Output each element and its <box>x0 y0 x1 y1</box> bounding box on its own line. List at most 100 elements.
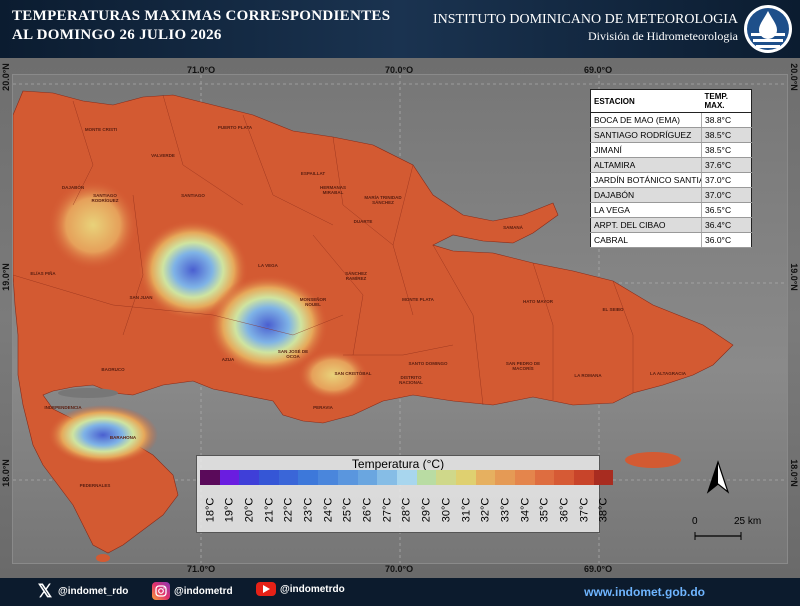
legend-swatches <box>200 470 614 485</box>
province-label: MONSEÑOR NOUEL <box>299 297 327 307</box>
station-table: ESTACION TEMP. MAX. BOCA DE MAO (EMA) 38.… <box>590 89 752 248</box>
instagram-social[interactable]: @indometrd <box>152 582 233 600</box>
province-label: LA ALTAGRACIA <box>650 371 686 376</box>
lat-tick-left-2: 19.0°N <box>1 263 11 291</box>
legend-label: 19°C <box>223 497 236 523</box>
table-row: JARDÍN BOTÁNICO SANTIAGO37.0°C <box>590 172 752 188</box>
station-name: JARDÍN BOTÁNICO SANTIAGO <box>590 172 702 188</box>
scale-distance: 25 km <box>734 516 762 527</box>
lat-tick-right-3: 18.0°N <box>789 459 799 487</box>
legend-label: 32°C <box>479 497 492 523</box>
lon-tick-top-2: 70.0°O <box>385 65 414 75</box>
col-station-header: ESTACION <box>590 89 702 113</box>
legend-label: 18°C <box>203 497 216 523</box>
table-row: JIMANÍ 38.5°C <box>590 142 752 158</box>
lat-tick-left-1: 20.0°N <box>1 63 11 91</box>
legend-label: 21°C <box>262 497 275 523</box>
legend-label: 38°C <box>597 497 610 523</box>
legend-label: 25°C <box>341 497 354 523</box>
legend-swatch <box>593 470 614 485</box>
legend-label: 37°C <box>577 497 590 523</box>
legend-swatch <box>416 470 437 485</box>
col-temp-header: TEMP. MAX. <box>701 89 752 113</box>
legend-label: 20°C <box>243 497 256 523</box>
legend-swatch <box>574 470 594 485</box>
legend-label: 24°C <box>321 497 334 523</box>
province-label: SAN JOSÉ DE OCOA <box>277 349 309 359</box>
youtube-social[interactable]: @indometrdo <box>256 582 345 596</box>
legend-title: Temperatura (°C) <box>351 457 445 471</box>
legend-label: 29°C <box>420 497 433 523</box>
station-temp: 37.0°C <box>701 172 752 188</box>
table-row: DAJABÓN 37.0°C <box>590 187 752 203</box>
province-label: VALVERDE <box>151 153 175 158</box>
lon-tick-bottom-3: 69.0°O <box>584 564 613 574</box>
table-row: ARPT. DEL CIBAO 36.4°C <box>590 217 752 233</box>
lake-enriquillo <box>58 388 118 398</box>
province-label: SANTO DOMINGO <box>408 361 448 366</box>
province-label: BARAHONA <box>109 435 137 440</box>
legend-label: 30°C <box>440 497 453 523</box>
legend-swatch <box>377 470 397 485</box>
legend-label: 22°C <box>282 497 295 523</box>
beata-island <box>96 554 110 562</box>
province-label: DUARTE <box>353 219 373 224</box>
station-name: SANTIAGO RODRÍGUEZ <box>590 127 702 143</box>
station-temp: 37.6°C <box>701 157 752 173</box>
temperature-legend: Temperatura (°C) 18°C 19°C 20°C 21°C 22°C 23°… <box>196 455 614 533</box>
province-label: SANTIAGO RODRÍGUEZ <box>91 193 119 203</box>
institute-block: INSTITUTO DOMINICANO DE METEOROLOGIA Div… <box>433 11 738 45</box>
province-label: SAN PEDRO DE MACORÍS <box>505 361 541 371</box>
scale-line <box>694 532 742 540</box>
youtube-handle: @indometrdo <box>280 583 345 595</box>
legend-swatch <box>436 470 456 485</box>
website-link[interactable]: www.indomet.gob.do <box>584 585 705 599</box>
province-label: DAJABÓN <box>61 185 85 190</box>
division-name: División de Hidrometeorologia <box>588 29 738 43</box>
saona-island <box>625 452 681 468</box>
province-label: HERMANAS MIRABAL <box>319 185 346 195</box>
lat-tick-left-3: 18.0°N <box>1 459 11 487</box>
province-label: PERAVIA <box>313 405 333 410</box>
province-label: SAN JUAN <box>129 295 153 300</box>
table-row: SANTIAGO RODRÍGUEZ 38.5°C <box>590 127 752 143</box>
legend-labels: 18°C 19°C 20°C 21°C 22°C 23°C 24°C 25°C 26°C 27°C… <box>200 490 613 528</box>
province-label: MONTE PLATA <box>402 297 434 302</box>
header-bar: TEMPERATURAS MAXIMAS CORRESPONDIENTES AL… <box>0 0 800 58</box>
lon-tick-top-3: 69.0°O <box>584 65 613 75</box>
legend-label: 36°C <box>558 497 571 523</box>
table-row: CABRAL 36.0°C <box>590 232 752 248</box>
legend-label: 28°C <box>400 497 413 523</box>
station-name: ALTAMIRA <box>590 157 702 173</box>
province-label: ELÍAS PIÑA <box>30 271 56 276</box>
title-line-2: AL DOMINGO 26 JULIO 2026 <box>12 27 222 43</box>
instagram-handle: @indometrd <box>174 585 233 597</box>
legend-swatch <box>495 470 515 485</box>
station-name: DAJABÓN <box>590 187 702 203</box>
province-label: INDEPENDENCIA <box>44 405 82 410</box>
province-label: MONTE CRISTI <box>84 127 118 132</box>
legend-swatch <box>515 470 535 485</box>
legend-swatch <box>239 470 260 485</box>
scale-zero: 0 <box>692 516 698 527</box>
x-handle: @indomet_rdo <box>58 585 129 597</box>
legend-swatch <box>259 470 279 485</box>
province-label: LA ROMANA <box>574 373 602 378</box>
legend-swatch <box>318 470 338 485</box>
lat-tick-right-1: 20.0°N <box>789 63 799 91</box>
province-label: AZUA <box>221 357 235 362</box>
station-name: BOCA DE MAO (EMA) <box>590 112 702 128</box>
x-logo-icon: 𝕏 <box>37 580 53 601</box>
province-label: LA VEGA <box>258 263 278 268</box>
legend-label: 26°C <box>361 497 374 523</box>
north-arrow-icon <box>706 460 730 494</box>
province-label: BAORUCO <box>101 367 125 372</box>
legend-swatch <box>278 470 299 485</box>
province-label: EL SEIBO <box>602 307 624 312</box>
legend-swatch <box>219 470 240 485</box>
x-social[interactable]: 𝕏 @indomet_rdo <box>36 580 129 601</box>
legend-label: 33°C <box>499 497 512 523</box>
province-label: SANTIAGO <box>181 193 205 198</box>
province-label: PUERTO PLATA <box>217 125 253 130</box>
footer-bar: 𝕏 @indomet_rdo @indometrd @indometrdo ww… <box>0 578 800 606</box>
